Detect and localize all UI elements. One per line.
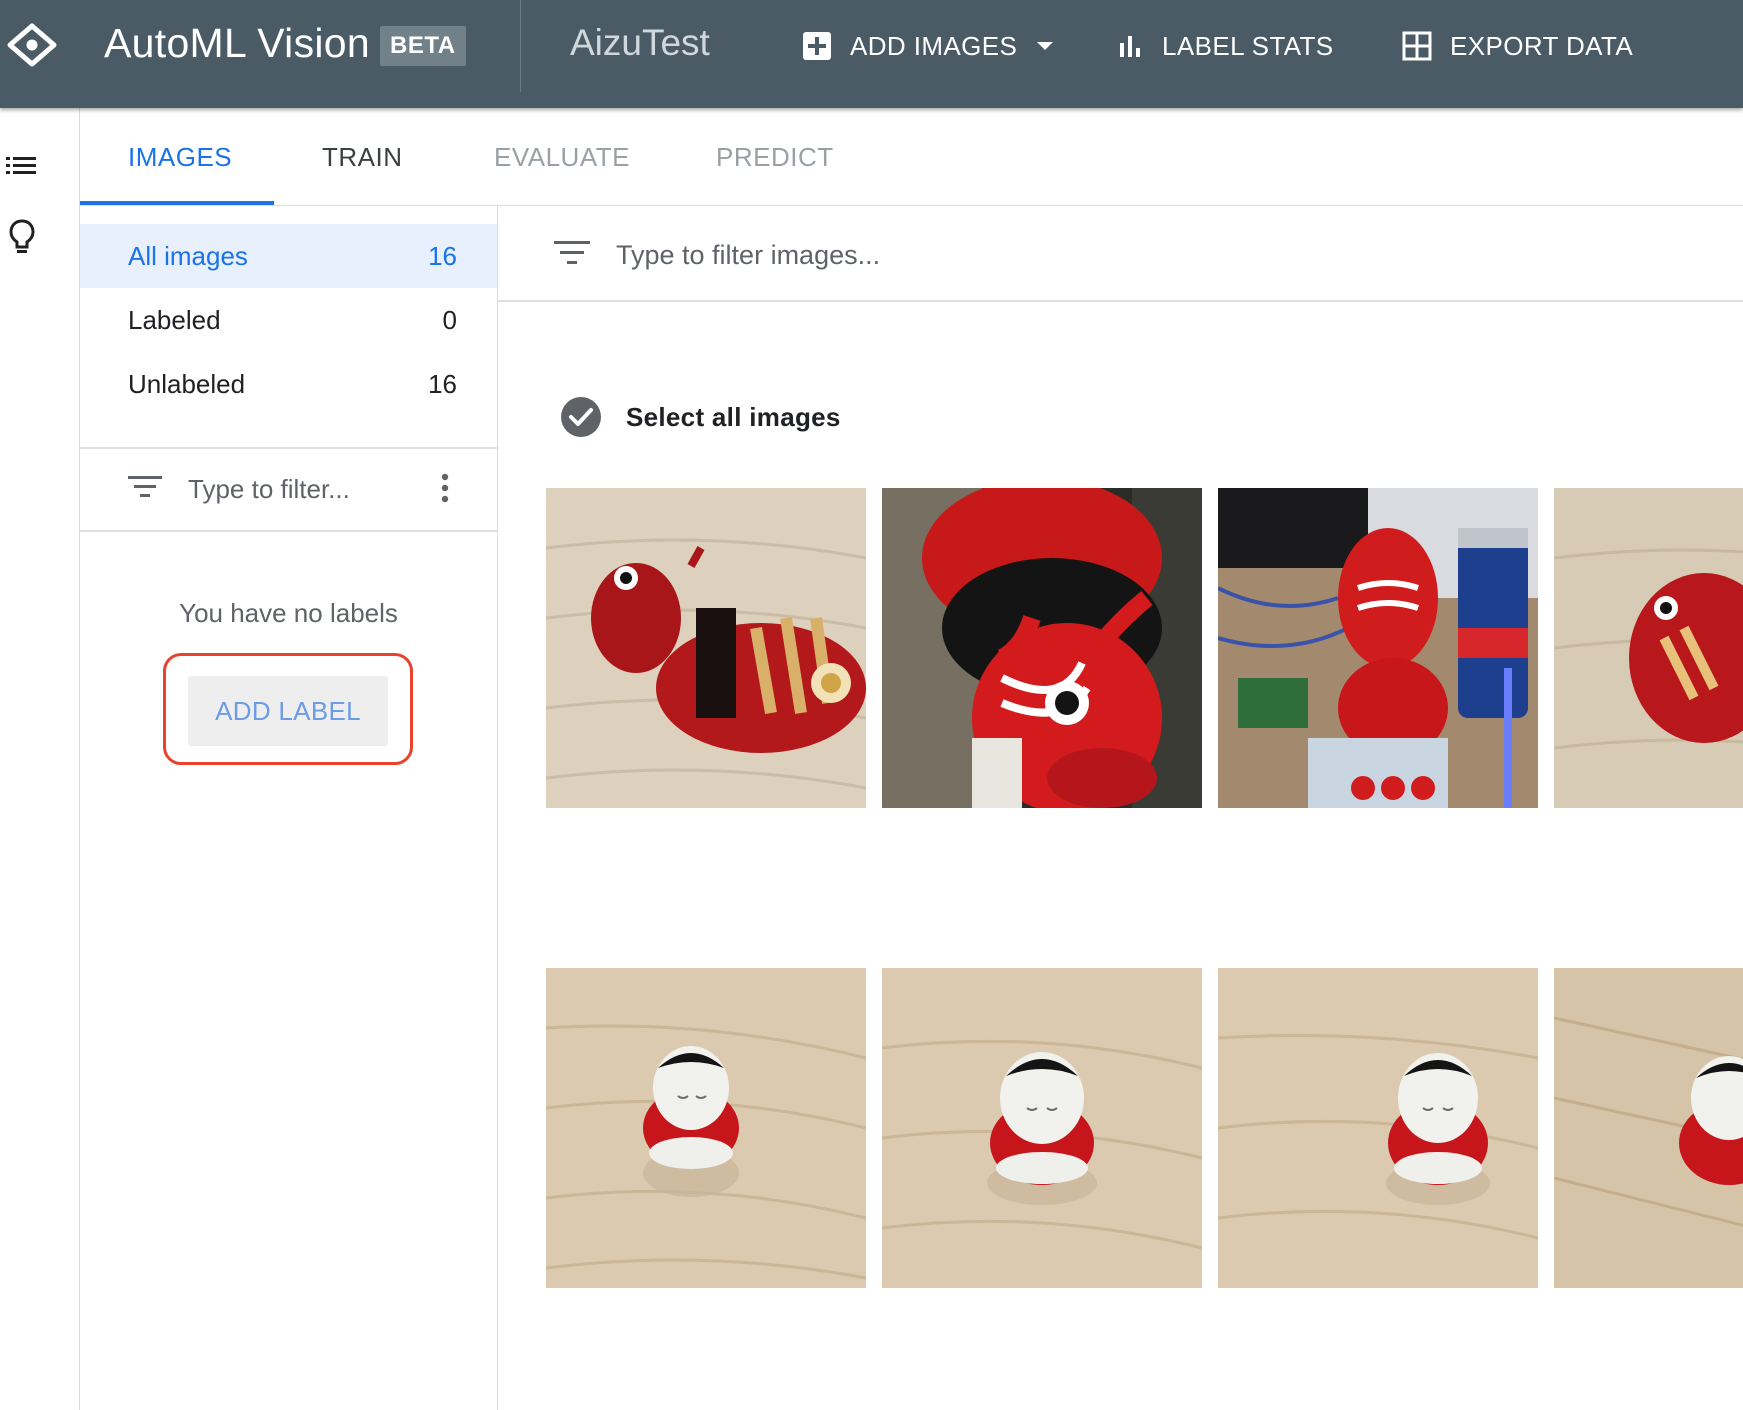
image-thumbnail[interactable]: [882, 968, 1202, 1288]
dropdown-caret-icon: [1037, 42, 1054, 50]
add-images-button[interactable]: ADD IMAGES: [802, 26, 1055, 66]
filter-label: All images: [128, 240, 248, 271]
filter-unlabeled[interactable]: Unlabeled 16: [80, 352, 497, 416]
select-all-images[interactable]: Select all images: [560, 396, 841, 438]
grid-icon: [1402, 31, 1432, 61]
check-circle-icon: [561, 397, 601, 437]
image-thumbnail[interactable]: [1218, 488, 1538, 808]
beta-badge: BETA: [380, 26, 466, 66]
left-nav-rail: [0, 108, 80, 1410]
header-divider: [520, 0, 521, 92]
active-tab-indicator: [80, 201, 274, 205]
filter-count: 0: [442, 304, 457, 335]
export-data-label: EXPORT DATA: [1450, 30, 1634, 61]
dataset-name: AizuTest: [570, 22, 710, 63]
more-vert-icon[interactable]: [440, 473, 450, 503]
add-label-button[interactable]: ADD LABEL: [188, 676, 388, 746]
add-box-icon: [803, 32, 831, 60]
empty-labels-message: You have no labels: [179, 598, 398, 628]
filter-icon: [554, 241, 590, 264]
label-stats-button[interactable]: LABEL STATS: [1118, 26, 1334, 66]
image-thumbnail[interactable]: [882, 488, 1202, 808]
image-thumbnail[interactable]: [546, 968, 866, 1288]
label-filter-input[interactable]: [188, 469, 428, 509]
image-filter-input[interactable]: [616, 234, 1216, 276]
select-all-label: Select all images: [626, 401, 841, 432]
image-thumbnail[interactable]: [546, 488, 866, 808]
filter-label: Unlabeled: [128, 368, 246, 399]
label-stats-label: LABEL STATS: [1162, 30, 1334, 61]
label-side-panel: All images 16 Labeled 0 Unlabeled 16 You…: [80, 206, 498, 1410]
image-thumbnail[interactable]: [1554, 968, 1743, 1288]
tab-predict: PREDICT: [716, 142, 834, 172]
filter-label: Labeled: [128, 304, 221, 335]
lightbulb-icon[interactable]: [8, 218, 36, 256]
tab-bar: IMAGES TRAIN EVALUATE PREDICT: [80, 108, 1743, 206]
bar-chart-icon: [1120, 36, 1140, 57]
automl-logo-icon[interactable]: [6, 22, 58, 68]
label-filter-row: [80, 449, 497, 530]
filter-count: 16: [428, 240, 457, 271]
top-app-bar: AutoML Vision BETA AizuTest ADD IMAGES L…: [0, 0, 1743, 108]
add-images-label: ADD IMAGES: [850, 30, 1018, 61]
filter-count: 16: [428, 368, 457, 399]
export-data-button[interactable]: EXPORT DATA: [1402, 26, 1633, 66]
tab-images[interactable]: IMAGES: [128, 142, 232, 173]
filter-labeled[interactable]: Labeled 0: [80, 288, 497, 352]
filter-all-images[interactable]: All images 16: [80, 224, 497, 288]
filter-icon: [128, 476, 162, 497]
image-filter-bar: [498, 206, 1743, 302]
tab-evaluate: EVALUATE: [494, 142, 630, 172]
image-thumbnail[interactable]: [1218, 968, 1538, 1288]
image-gallery: Select all images: [498, 206, 1743, 1410]
list-icon[interactable]: [4, 154, 38, 178]
image-thumbnail[interactable]: [1554, 488, 1743, 808]
app-title: AutoML Vision: [104, 20, 370, 66]
tab-train[interactable]: TRAIN: [322, 142, 403, 173]
divider: [80, 530, 497, 532]
